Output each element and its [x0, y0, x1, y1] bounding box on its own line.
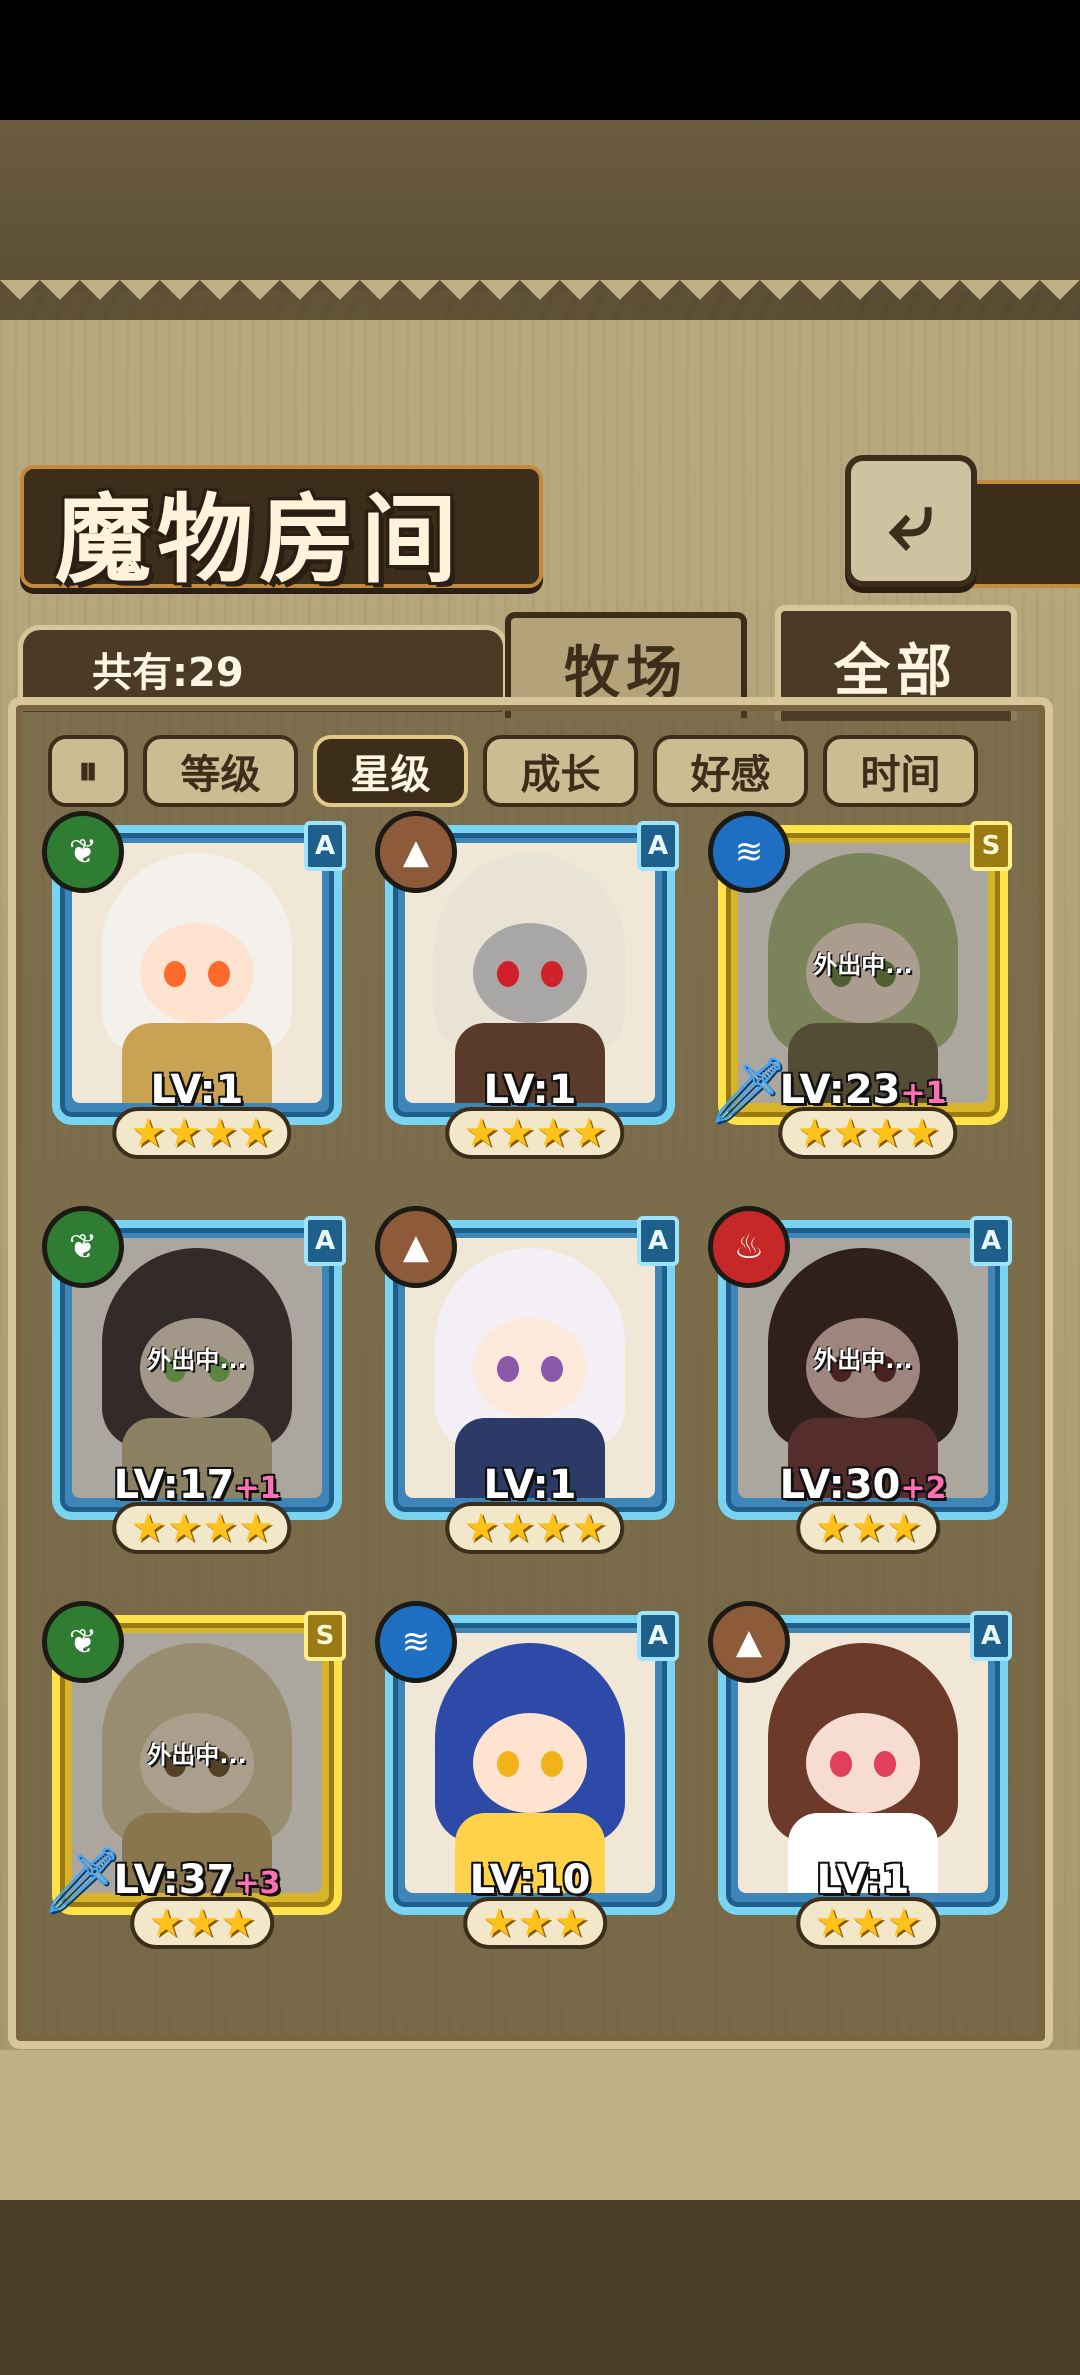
monster-card[interactable]: A ❦ LV:1 ★★★★: [42, 811, 352, 1159]
return-arrow-icon: ⤶: [888, 474, 934, 567]
away-status: 外出中...: [813, 951, 913, 979]
monster-card[interactable]: A ▲ LV:1 ★★★★: [375, 811, 685, 1159]
sort-bar: ⏸ 等级 星级 成长 好感 时间: [48, 735, 978, 810]
grass-element-icon: ❦: [42, 811, 124, 893]
level-plus: +2: [900, 1471, 947, 1506]
rank-badge: A: [637, 1611, 679, 1661]
level-plus: +1: [900, 1076, 947, 1111]
star-rating: ★★★★: [112, 1502, 292, 1554]
zigzag-border-bottom: [0, 2050, 1080, 2210]
star-rating: ★★★★: [445, 1107, 625, 1159]
bottom-map-band: [0, 2200, 1080, 2375]
rank-badge: A: [304, 1216, 346, 1266]
back-button[interactable]: ⤶: [845, 455, 977, 587]
rank-badge: A: [304, 821, 346, 871]
sort-affection-button[interactable]: 好感: [653, 735, 808, 807]
monster-card[interactable]: A ♨ 外出中... LV:30+2 ★★★: [708, 1206, 1018, 1554]
level-plus: +3: [234, 1866, 281, 1901]
rank-badge: A: [970, 1611, 1012, 1661]
sort-level-button[interactable]: 等级: [143, 735, 298, 807]
sort-star-button[interactable]: 星级: [313, 735, 468, 807]
monster-card[interactable]: A ▲ LV:1 ★★★: [708, 1601, 1018, 1949]
page-title: 魔物房间: [55, 483, 463, 596]
sort-growth-button[interactable]: 成长: [483, 735, 638, 807]
water-element-icon: ≋: [375, 1601, 457, 1683]
monster-card[interactable]: S ≋ 外出中... 🗡 LV:23+1 ★★★★: [707, 811, 1018, 1159]
sort-order-toggle[interactable]: ⏸: [48, 735, 128, 807]
rank-badge: S: [970, 821, 1012, 871]
away-status: 外出中...: [813, 1346, 913, 1374]
fire-element-icon: ♨: [708, 1206, 790, 1288]
star-rating: ★★★★: [445, 1502, 625, 1554]
pause-order-icon: ⏸: [78, 748, 98, 794]
star-rating: ★★★: [463, 1897, 607, 1949]
star-rating: ★★★★: [112, 1107, 292, 1159]
star-rating: ★★★: [130, 1897, 274, 1949]
away-status: 外出中...: [147, 1346, 247, 1374]
star-rating: ★★★: [796, 1502, 940, 1554]
sort-time-button[interactable]: 时间: [823, 735, 978, 807]
earth-element-icon: ▲: [375, 1206, 457, 1288]
earth-element-icon: ▲: [708, 1601, 790, 1683]
rank-badge: A: [637, 1216, 679, 1266]
monster-card[interactable]: A ≋ LV:10 ★★★: [375, 1601, 685, 1949]
back-rail: [965, 480, 1080, 588]
star-rating: ★★★★: [778, 1107, 958, 1159]
monster-count: 共有:29: [92, 650, 244, 696]
zigzag-border-top: [0, 280, 1080, 320]
earth-element-icon: ▲: [375, 811, 457, 893]
rank-badge: S: [304, 1611, 346, 1661]
grass-element-icon: ❦: [42, 1601, 124, 1683]
level-plus: +1: [234, 1471, 281, 1506]
grass-element-icon: ❦: [42, 1206, 124, 1288]
rank-badge: A: [637, 821, 679, 871]
monster-card[interactable]: A ▲ LV:1 ★★★★: [375, 1206, 685, 1554]
monster-card[interactable]: A ❦ 外出中... LV:17+1 ★★★★: [42, 1206, 352, 1554]
rank-badge: A: [970, 1216, 1012, 1266]
away-status: 外出中...: [147, 1741, 247, 1769]
water-element-icon: ≋: [708, 811, 790, 893]
top-map-band: [0, 120, 1080, 290]
star-rating: ★★★: [796, 1897, 940, 1949]
monster-card[interactable]: S ❦ 外出中... 🗡 LV:37+3 ★★★: [41, 1601, 352, 1949]
